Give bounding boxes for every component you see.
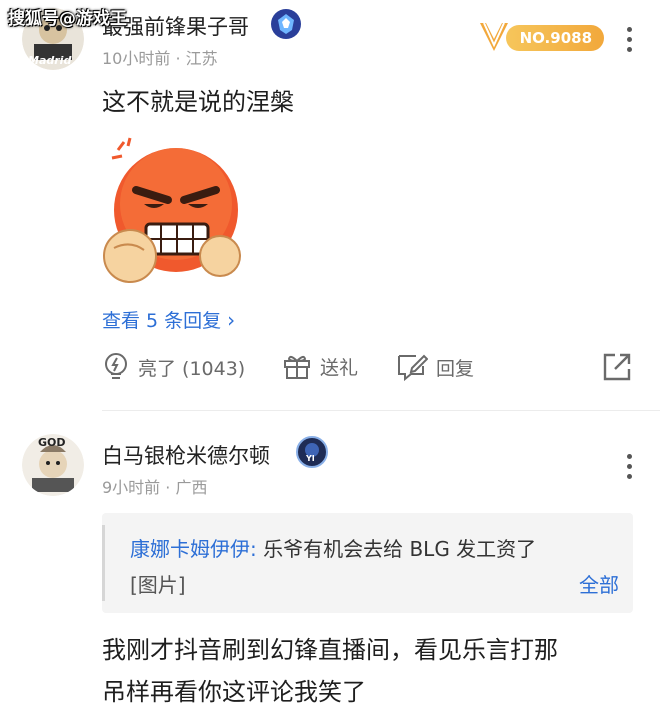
divider (102, 410, 660, 411)
quote-all-link[interactable]: 全部 (579, 569, 619, 598)
quote-bar (102, 525, 105, 601)
quote-line: 康娜卡姆伊伊: 乐爷有机会去给 BLG 发工资了 (130, 533, 536, 562)
more-options-icon[interactable] (624, 454, 634, 479)
like-count: 亮了 (1043) (138, 357, 246, 380)
team-badge-icon: YI (296, 436, 328, 468)
gift-icon (282, 352, 312, 380)
avatar-caption: Madrid (28, 54, 72, 67)
view-replies-label: 查看 5 条回复 (102, 310, 222, 332)
gift-label: 送礼 (320, 356, 359, 379)
quote-user[interactable]: 康娜卡姆伊伊: (130, 537, 257, 561)
lightbulb-icon (102, 352, 130, 382)
gift-button[interactable]: 送礼 (282, 352, 358, 380)
comment-text-line2: 吊样再看你这评论我笑了 (102, 678, 366, 706)
v-crown-icon (476, 21, 512, 55)
angry-face-fist-sticker[interactable] (100, 132, 246, 288)
quote-image-label[interactable]: [图片] (130, 569, 186, 598)
comment-time-location: 10小时前 · 江苏 (102, 49, 218, 68)
like-button[interactable]: 亮了 (1043) (102, 352, 245, 382)
username[interactable]: 白马银枪米德尔顿 (102, 440, 270, 470)
comment-text-line1: 我刚才抖音刷到幻锋直播间，看见乐言打那 (102, 636, 558, 664)
rank-label: NO.9088 (506, 25, 604, 51)
share-icon (602, 352, 632, 382)
avatar[interactable]: GOD (22, 434, 84, 496)
quoted-comment[interactable]: 康娜卡姆伊伊: 乐爷有机会去给 BLG 发工资了 [图片] 全部 (102, 513, 633, 613)
rank-badge: NO.9088 (476, 21, 604, 55)
more-options-icon[interactable] (624, 27, 634, 52)
reply-button[interactable]: 回复 (396, 352, 474, 382)
chevron-right-icon: › (227, 307, 236, 332)
edit-reply-icon (396, 352, 428, 382)
share-button[interactable] (602, 352, 632, 382)
watermark: 搜狐号@游戏王 (8, 9, 127, 29)
quote-text: 乐爷有机会去给 BLG 发工资了 (256, 537, 537, 561)
reply-label: 回复 (436, 357, 475, 380)
view-replies-link[interactable]: 查看 5 条回复 › (102, 306, 235, 333)
avatar-caption: GOD (38, 436, 66, 449)
comment-text: 这不就是说的涅槃 (102, 88, 294, 116)
esports-badge-icon (270, 8, 301, 39)
team-badge-label: YI (306, 454, 315, 463)
comment-time-location: 9小时前 · 广西 (102, 478, 208, 497)
